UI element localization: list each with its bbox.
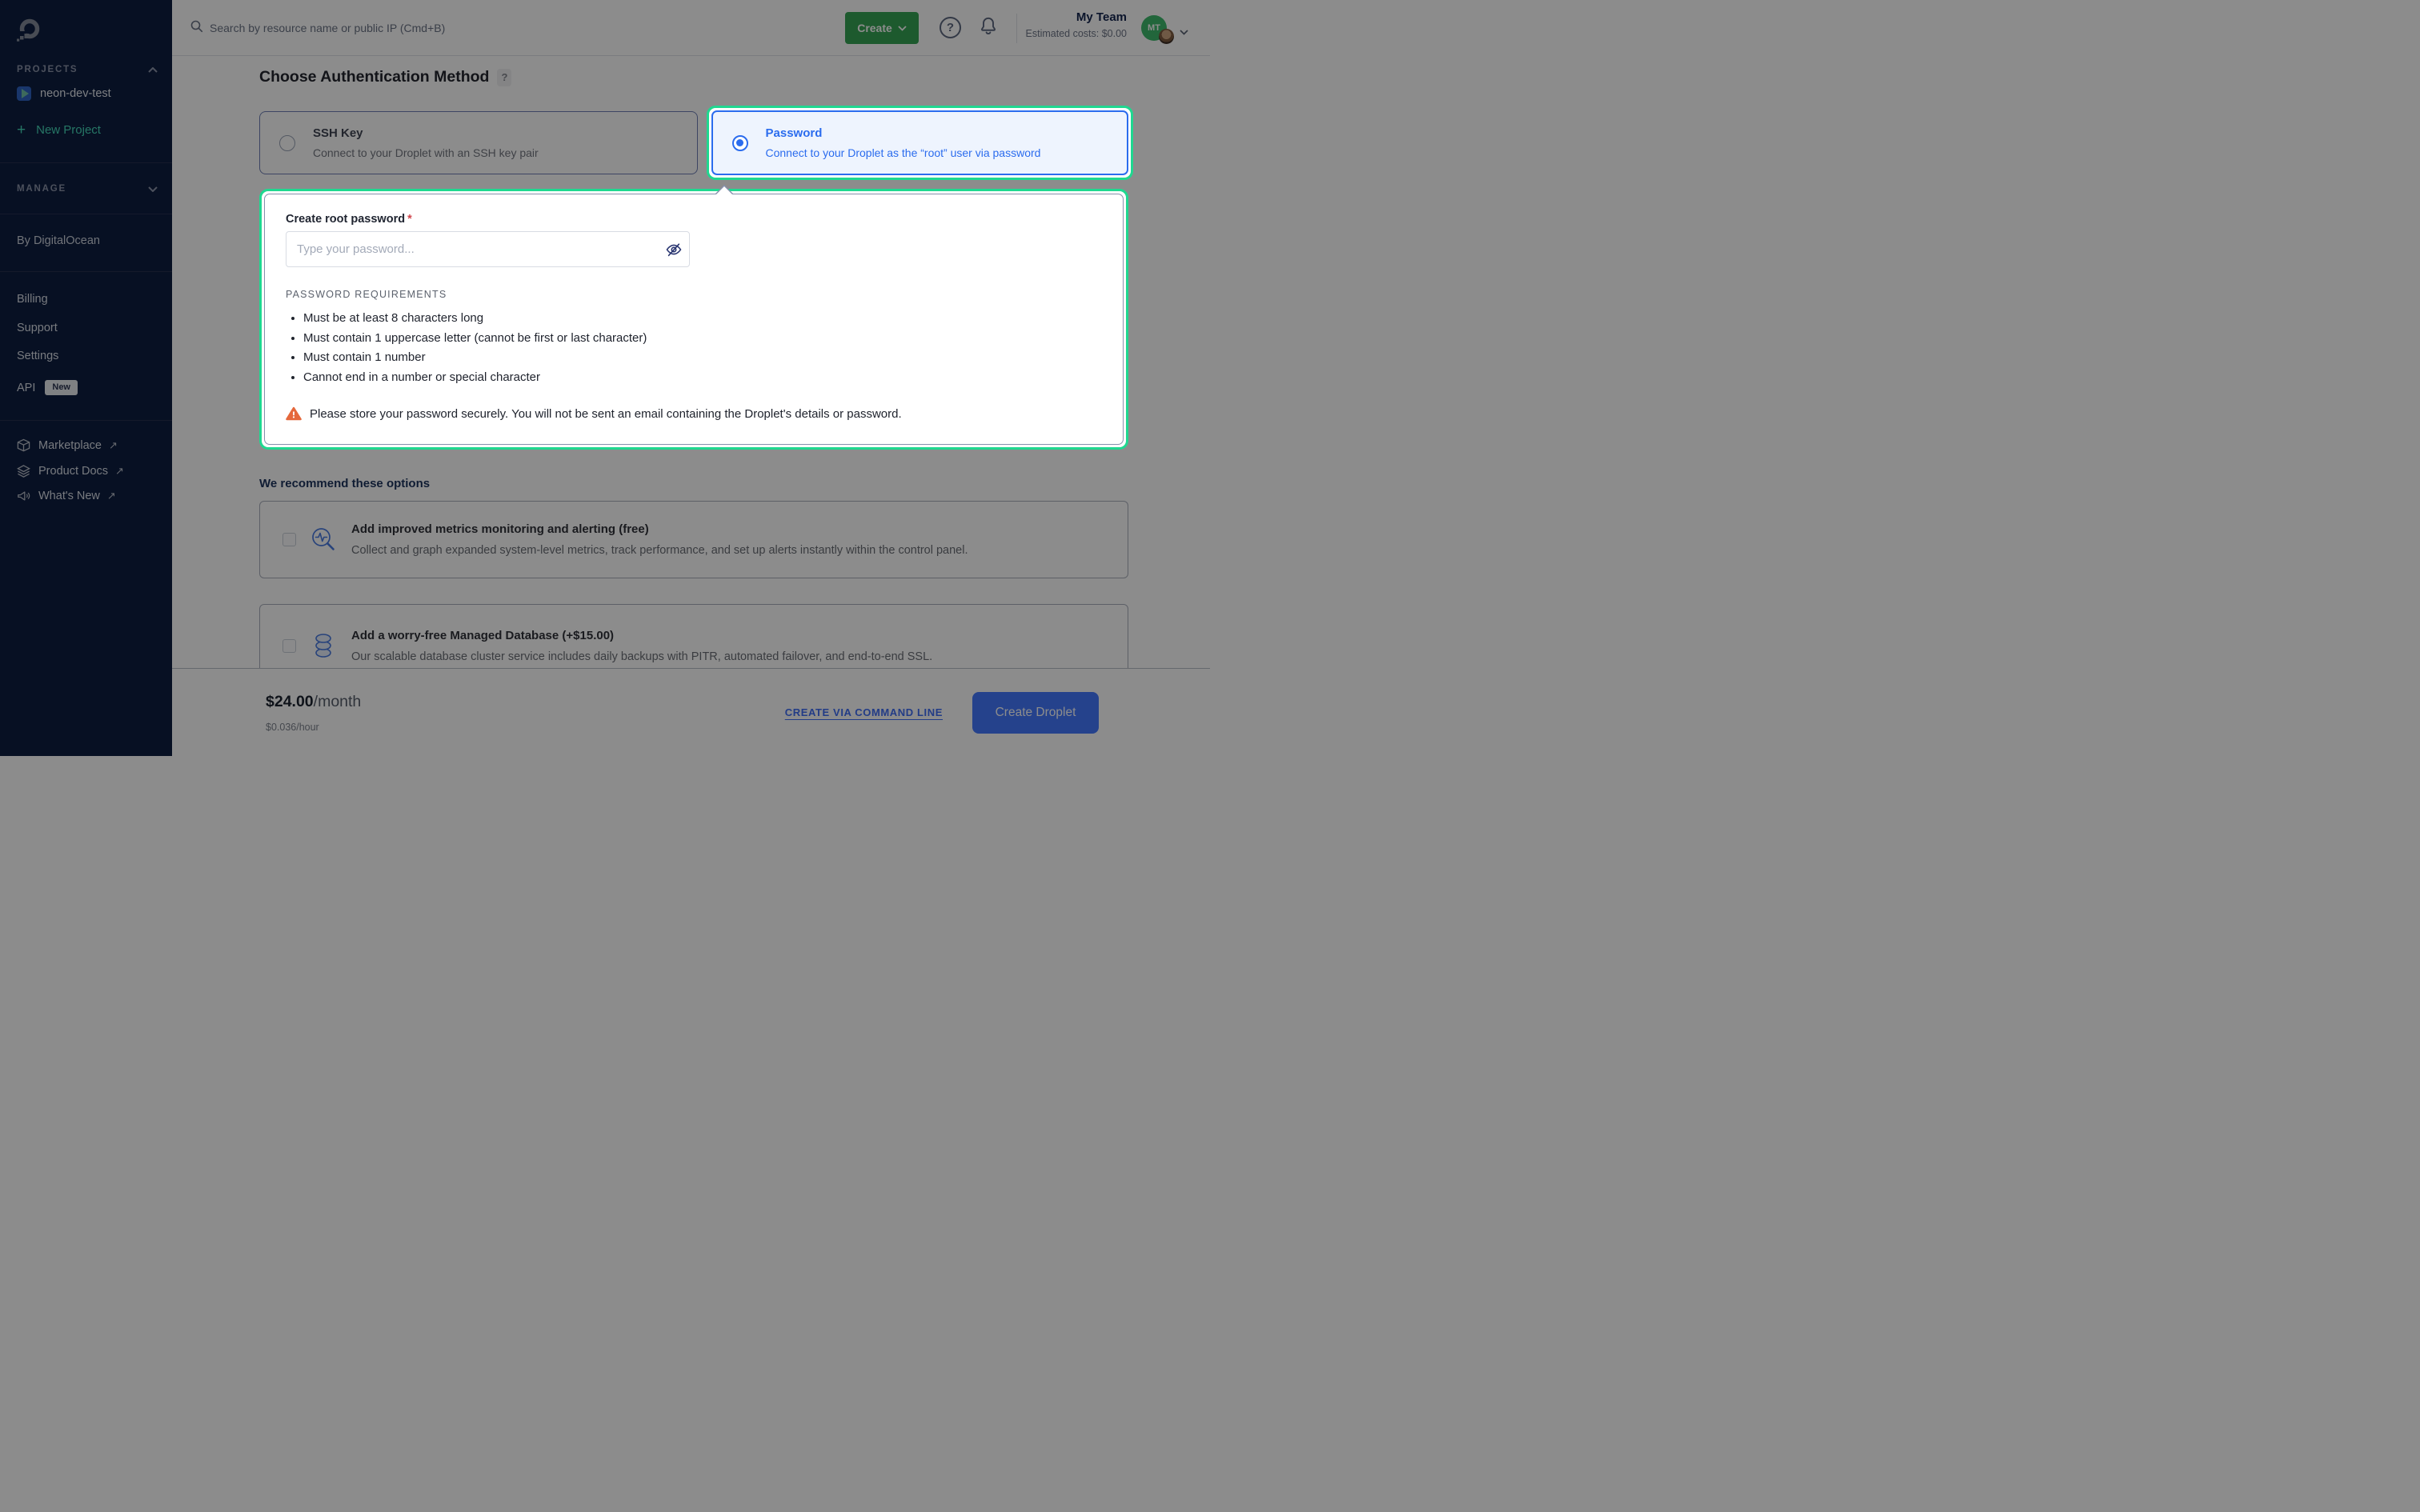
sidebar-item-product-docs[interactable]: Product Docs ↗: [0, 464, 172, 478]
manage-header: MANAGE: [17, 184, 66, 194]
help-glyph: ?: [947, 21, 954, 34]
create-button[interactable]: Create: [845, 12, 919, 44]
metrics-checkbox[interactable]: [282, 533, 296, 546]
create-via-command-line-link[interactable]: CREATE VIA COMMAND LINE: [785, 706, 943, 718]
external-link-icon: ↗: [109, 439, 118, 452]
heading-help-icon[interactable]: ?: [497, 69, 511, 86]
external-link-icon: ↗: [115, 465, 124, 478]
user-avatar[interactable]: [1159, 29, 1174, 44]
sidebar-item-marketplace[interactable]: Marketplace ↗: [0, 438, 172, 453]
password-warning-text: Please store your password securely. You…: [310, 406, 902, 422]
password-option-highlight: Password Connect to your Droplet as the …: [707, 106, 1134, 180]
price-block: $24.00/month $0.036/hour: [266, 693, 361, 733]
help-glyph: ?: [501, 71, 507, 83]
chevron-down-icon[interactable]: [148, 182, 158, 196]
create-root-password-panel: Create root password* PASSWORD REQUIREME…: [264, 194, 1124, 445]
requirement-item: Must contain 1 uppercase letter (cannot …: [303, 329, 1102, 349]
database-checkbox[interactable]: [282, 639, 296, 653]
requirement-item: Must contain 1 number: [303, 348, 1102, 368]
chevron-down-icon[interactable]: [1180, 25, 1188, 39]
required-asterisk: *: [407, 213, 412, 226]
sidebar-item-by-digitalocean[interactable]: By DigitalOcean: [0, 234, 172, 247]
notifications-bell-icon[interactable]: [979, 16, 998, 41]
sidebar-item-support[interactable]: Support: [0, 322, 172, 334]
ssh-key-title: SSH Key: [313, 126, 539, 140]
api-label: API: [17, 382, 35, 394]
auth-option-password[interactable]: Password Connect to your Droplet as the …: [711, 110, 1129, 175]
divider: [0, 271, 172, 272]
project-icon: [17, 86, 31, 101]
create-droplet-button[interactable]: Create Droplet: [972, 692, 1099, 734]
password-field-label: Create root password*: [286, 213, 1102, 226]
sidebar-item-billing[interactable]: Billing: [0, 293, 172, 306]
chevron-up-icon[interactable]: [148, 62, 158, 77]
new-project-label: New Project: [36, 123, 101, 137]
database-description: Our scalable database cluster service in…: [351, 650, 932, 663]
cube-icon: [17, 438, 30, 453]
requirement-item: Cannot end in a number or special charac…: [303, 368, 1102, 388]
main-content: Choose Authentication Method ? SSH Key C…: [172, 56, 1210, 756]
divider: [0, 420, 172, 421]
create-label: Create: [857, 22, 892, 34]
new-badge: New: [45, 380, 78, 395]
metrics-monitoring-icon: [311, 526, 336, 554]
database-title: Add a worry-free Managed Database (+$15.…: [351, 629, 932, 642]
password-panel-highlight: Create root password* PASSWORD REQUIREME…: [259, 189, 1128, 450]
sidebar-item-whats-new[interactable]: What's New ↗: [0, 490, 172, 502]
radio-unselected-icon[interactable]: [279, 135, 295, 151]
eye-slash-icon: [665, 241, 683, 258]
sidebar-item-project[interactable]: neon-dev-test: [0, 86, 172, 101]
price-per-hour: $0.036/hour: [266, 722, 361, 733]
root-password-input[interactable]: [286, 231, 690, 267]
auth-option-ssh-key[interactable]: SSH Key Connect to your Droplet with an …: [259, 111, 698, 174]
divider: [1016, 14, 1017, 43]
topbar: Create ? My Team Estimated costs: $0.00 …: [172, 0, 1210, 56]
sidebar: PROJECTS neon-dev-test + New Project MAN…: [0, 0, 172, 756]
metrics-description: Collect and graph expanded system-level …: [351, 544, 968, 557]
radio-selected-icon[interactable]: [732, 135, 748, 151]
new-project-button[interactable]: + New Project: [0, 122, 172, 138]
toggle-password-visibility-button[interactable]: [665, 241, 683, 258]
price-per-month: $24.00: [266, 693, 314, 710]
password-requirements-header: PASSWORD REQUIREMENTS: [286, 289, 1102, 300]
divider: [0, 162, 172, 163]
team-name[interactable]: My Team: [1026, 10, 1127, 24]
auth-method-options: SSH Key Connect to your Droplet with an …: [259, 111, 1128, 174]
search-icon: [190, 20, 203, 37]
plus-icon: +: [17, 122, 26, 138]
chevron-down-icon: [898, 26, 907, 31]
ssh-key-description: Connect to your Droplet with an SSH key …: [313, 146, 539, 159]
footer-bar: $24.00/month $0.036/hour CREATE VIA COMM…: [172, 668, 1210, 756]
sidebar-item-settings[interactable]: Settings: [0, 350, 172, 362]
password-title: Password: [766, 126, 1041, 140]
page-title: Choose Authentication Method: [259, 68, 489, 86]
password-requirements-list: Must be at least 8 characters long Must …: [286, 309, 1102, 387]
projects-header: PROJECTS: [17, 65, 78, 74]
option-metrics-monitoring[interactable]: Add improved metrics monitoring and aler…: [259, 501, 1128, 578]
help-icon[interactable]: ?: [940, 17, 961, 38]
price-month-suffix: /month: [314, 693, 362, 710]
layers-icon: [17, 464, 30, 478]
product-docs-label: Product Docs: [38, 465, 108, 478]
search-input[interactable]: [210, 22, 658, 34]
estimated-costs: Estimated costs: $0.00: [1026, 28, 1127, 39]
warning-icon: [286, 406, 302, 425]
database-icon: [311, 632, 336, 659]
external-link-icon: ↗: [107, 490, 116, 502]
digitalocean-logo-icon[interactable]: [16, 18, 188, 47]
password-description: Connect to your Droplet as the “root” us…: [766, 146, 1041, 159]
metrics-title: Add improved metrics monitoring and aler…: [351, 522, 968, 536]
avatar-initials: MT: [1148, 23, 1160, 33]
megaphone-icon: [17, 490, 30, 502]
requirement-item: Must be at least 8 characters long: [303, 309, 1102, 329]
recommend-heading: We recommend these options: [259, 477, 1128, 490]
whats-new-label: What's New: [38, 490, 100, 502]
sidebar-item-api[interactable]: API New: [0, 380, 172, 395]
marketplace-label: Marketplace: [38, 439, 102, 452]
project-name: neon-dev-test: [40, 87, 111, 100]
